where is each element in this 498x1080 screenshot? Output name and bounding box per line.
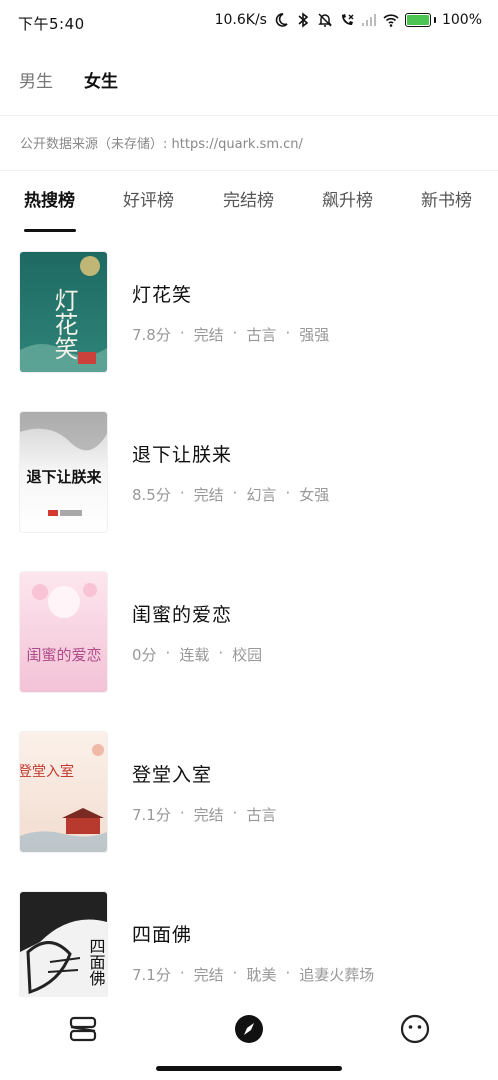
book-tag: 连载: [179, 646, 210, 664]
book-tag: 完结: [193, 806, 224, 824]
svg-text:登堂入室: 登堂入室: [20, 763, 74, 780]
book-title: 闺蜜的爱恋: [132, 604, 233, 626]
book-cover[interactable]: 四面佛: [20, 892, 107, 1012]
svg-text:灯花笑: 灯花笑: [50, 288, 78, 360]
divider: [0, 170, 498, 171]
book-cover[interactable]: 闺蜜的爱恋: [20, 572, 107, 692]
book-title: 登堂入室: [132, 764, 213, 786]
book-item[interactable]: 闺蜜的爱恋 闺蜜的爱恋 0分 · 连载 · 校园: [0, 572, 498, 692]
tab-rising[interactable]: 飙升榜: [322, 186, 373, 211]
book-score: 7.1分: [132, 966, 171, 984]
book-item[interactable]: 退下让朕来 退下让朕来 8.5分 · 完结 · 幻言 · 女强: [0, 412, 498, 532]
book-cover[interactable]: 灯花笑: [20, 252, 107, 372]
book-tag: 校园: [232, 646, 263, 664]
book-score: 7.8分: [132, 326, 171, 344]
moon-icon: [275, 13, 288, 27]
book-meta: 8.5分 · 完结 · 幻言 · 女强: [132, 484, 330, 504]
book-tag: 追妻火葬场: [299, 966, 375, 984]
svg-text:闺蜜的爱恋: 闺蜜的爱恋: [26, 646, 101, 664]
book-tag: 完结: [193, 486, 224, 504]
book-title: 退下让朕来: [132, 444, 233, 466]
book-score: 8.5分: [132, 486, 171, 504]
book-title: 四面佛: [132, 924, 193, 946]
book-cover[interactable]: 退下让朕来: [20, 412, 107, 532]
gender-tabs: 男生 女生: [0, 64, 130, 100]
tab-new-books[interactable]: 新书榜: [421, 186, 472, 211]
book-item[interactable]: 灯花笑 灯花笑 7.8分 · 完结 · 古言 · 强强: [0, 252, 498, 372]
signal-icon: [361, 14, 376, 26]
mute-bell-icon: [318, 13, 332, 27]
book-score: 0分: [132, 646, 157, 664]
book-meta: 0分 · 连载 · 校园: [132, 644, 263, 664]
tab-male[interactable]: 男生: [19, 64, 53, 100]
profile-icon[interactable]: [399, 1013, 431, 1045]
compass-icon[interactable]: [233, 1013, 265, 1045]
book-tag: 完结: [193, 966, 224, 984]
ranking-tabs: 热搜榜 好评榜 完结榜 飙升榜 新书榜: [0, 186, 498, 232]
network-speed: 10.6K/s: [214, 12, 267, 28]
data-source-note: 公开数据来源（未存储）: https://quark.sm.cn/: [20, 137, 303, 152]
svg-text:四面佛: 四面佛: [87, 938, 106, 986]
active-tab-indicator: [24, 229, 76, 232]
book-meta: 7.1分 · 完结 · 古言: [132, 804, 277, 824]
battery-icon: [404, 13, 436, 27]
call-blocked-icon: [341, 14, 354, 25]
book-cover[interactable]: 登堂入室: [20, 732, 107, 852]
book-meta: 7.8分 · 完结 · 古言 · 强强: [132, 324, 330, 344]
book-meta: 7.1分 · 完结 · 耽美 · 追妻火葬场: [132, 964, 375, 984]
tab-top-rated[interactable]: 好评榜: [123, 186, 174, 211]
book-tag: 完结: [193, 326, 224, 344]
status-bar: 下午5:40 10.6K/s 100%: [0, 0, 498, 44]
svg-text:退下让朕来: 退下让朕来: [26, 468, 102, 486]
book-tag: 古言: [246, 806, 277, 824]
tab-female[interactable]: 女生: [84, 64, 118, 100]
bookshelf-icon[interactable]: [67, 1013, 99, 1045]
book-item[interactable]: 四面佛 四面佛 7.1分 · 完结 · 耽美 · 追妻火葬场: [0, 892, 498, 1012]
tab-completed[interactable]: 完结榜: [223, 186, 274, 211]
book-tag: 女强: [299, 486, 330, 504]
home-indicator: [156, 1066, 342, 1071]
book-tag: 幻言: [246, 486, 277, 504]
book-title: 灯花笑: [132, 284, 193, 306]
divider: [0, 115, 498, 116]
wifi-icon: [383, 14, 399, 27]
book-score: 7.1分: [132, 806, 171, 824]
book-tag: 古言: [246, 326, 277, 344]
book-item[interactable]: 登堂入室 登堂入室 7.1分 · 完结 · 古言: [0, 732, 498, 852]
book-tag: 强强: [299, 326, 330, 344]
tab-hot-search[interactable]: 热搜榜: [24, 186, 75, 211]
status-time: 下午5:40: [18, 15, 85, 33]
bluetooth-icon: [298, 12, 309, 28]
book-tag: 耽美: [246, 966, 277, 984]
status-icons: 10.6K/s 100%: [215, 12, 482, 28]
battery-percent: 100%: [441, 12, 482, 28]
